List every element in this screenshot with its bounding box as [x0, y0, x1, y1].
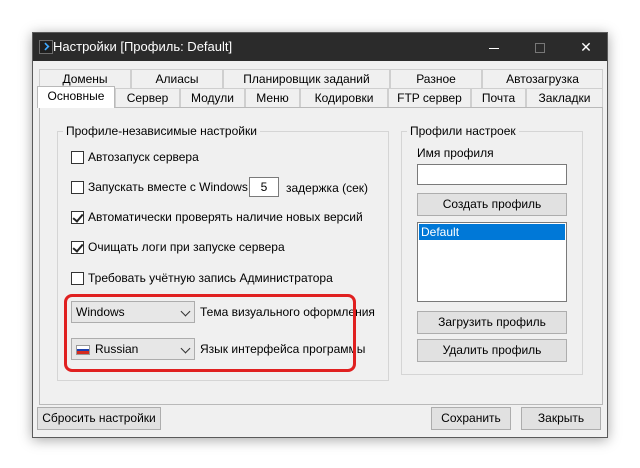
- tab-server[interactable]: Сервер: [115, 88, 180, 108]
- tab-misc[interactable]: Разное: [390, 69, 482, 89]
- clear-logs-label: Очищать логи при запуске сервера: [88, 240, 285, 254]
- tab-general[interactable]: Основные: [37, 86, 115, 108]
- profiles-list[interactable]: Default: [417, 222, 567, 302]
- tab-ftp-server[interactable]: FTP сервер: [388, 88, 471, 108]
- require-admin-checkbox[interactable]: [71, 272, 84, 285]
- create-profile-button[interactable]: Создать профиль: [417, 193, 567, 216]
- window-title: Настройки [Профиль: Default]: [53, 39, 233, 54]
- close-window-button[interactable]: ✕: [563, 33, 609, 61]
- tab-bookmarks[interactable]: Закладки: [526, 88, 603, 108]
- start-with-windows-label: Запускать вместе с Windows: [88, 180, 248, 194]
- minimize-button[interactable]: [471, 33, 517, 61]
- tab-aliases[interactable]: Алиасы: [131, 69, 223, 89]
- list-item[interactable]: Default: [419, 224, 565, 240]
- autostart-server-label: Автозапуск сервера: [88, 150, 199, 164]
- delay-input[interactable]: 5: [249, 177, 279, 197]
- profiles-group-title: Профили настроек: [407, 124, 519, 138]
- delete-profile-button[interactable]: Удалить профиль: [417, 339, 567, 362]
- profile-name-label: Имя профиля: [417, 146, 494, 160]
- close-icon: ✕: [580, 39, 592, 55]
- independent-settings-title: Профиле-независимые настройки: [63, 124, 260, 138]
- save-button[interactable]: Сохранить: [431, 407, 511, 430]
- load-profile-button[interactable]: Загрузить профиль: [417, 311, 567, 334]
- maximize-button[interactable]: [517, 33, 563, 61]
- auto-check-updates-label: Автоматически проверять наличие новых ве…: [88, 210, 363, 224]
- reset-settings-button[interactable]: Сбросить настройки: [37, 407, 161, 430]
- tab-menu[interactable]: Меню: [245, 88, 300, 108]
- minimize-icon: [489, 47, 499, 49]
- auto-check-updates-checkbox[interactable]: [71, 211, 84, 224]
- tab-autostart[interactable]: Автозагрузка: [482, 69, 603, 89]
- tab-modules[interactable]: Модули: [180, 88, 245, 108]
- app-terminal-icon: [39, 40, 53, 54]
- require-admin-label: Требовать учётную запись Администратора: [88, 271, 333, 285]
- highlight-annotation: [64, 294, 356, 372]
- maximize-icon: [535, 43, 545, 54]
- tab-mail[interactable]: Почта: [471, 88, 526, 108]
- profile-name-input[interactable]: [417, 164, 567, 185]
- title-bar[interactable]: Настройки [Профиль: Default] ✕: [33, 33, 607, 61]
- delay-label: задержка (сек): [286, 181, 368, 195]
- close-button[interactable]: Закрыть: [521, 407, 601, 430]
- tab-encodings[interactable]: Кодировки: [300, 88, 388, 108]
- start-with-windows-checkbox[interactable]: [71, 181, 84, 194]
- settings-window: Настройки [Профиль: Default] ✕ Домены Ал…: [32, 32, 608, 438]
- autostart-server-checkbox[interactable]: [71, 151, 84, 164]
- tab-scheduler[interactable]: Планировщик заданий: [223, 69, 390, 89]
- clear-logs-checkbox[interactable]: [71, 241, 84, 254]
